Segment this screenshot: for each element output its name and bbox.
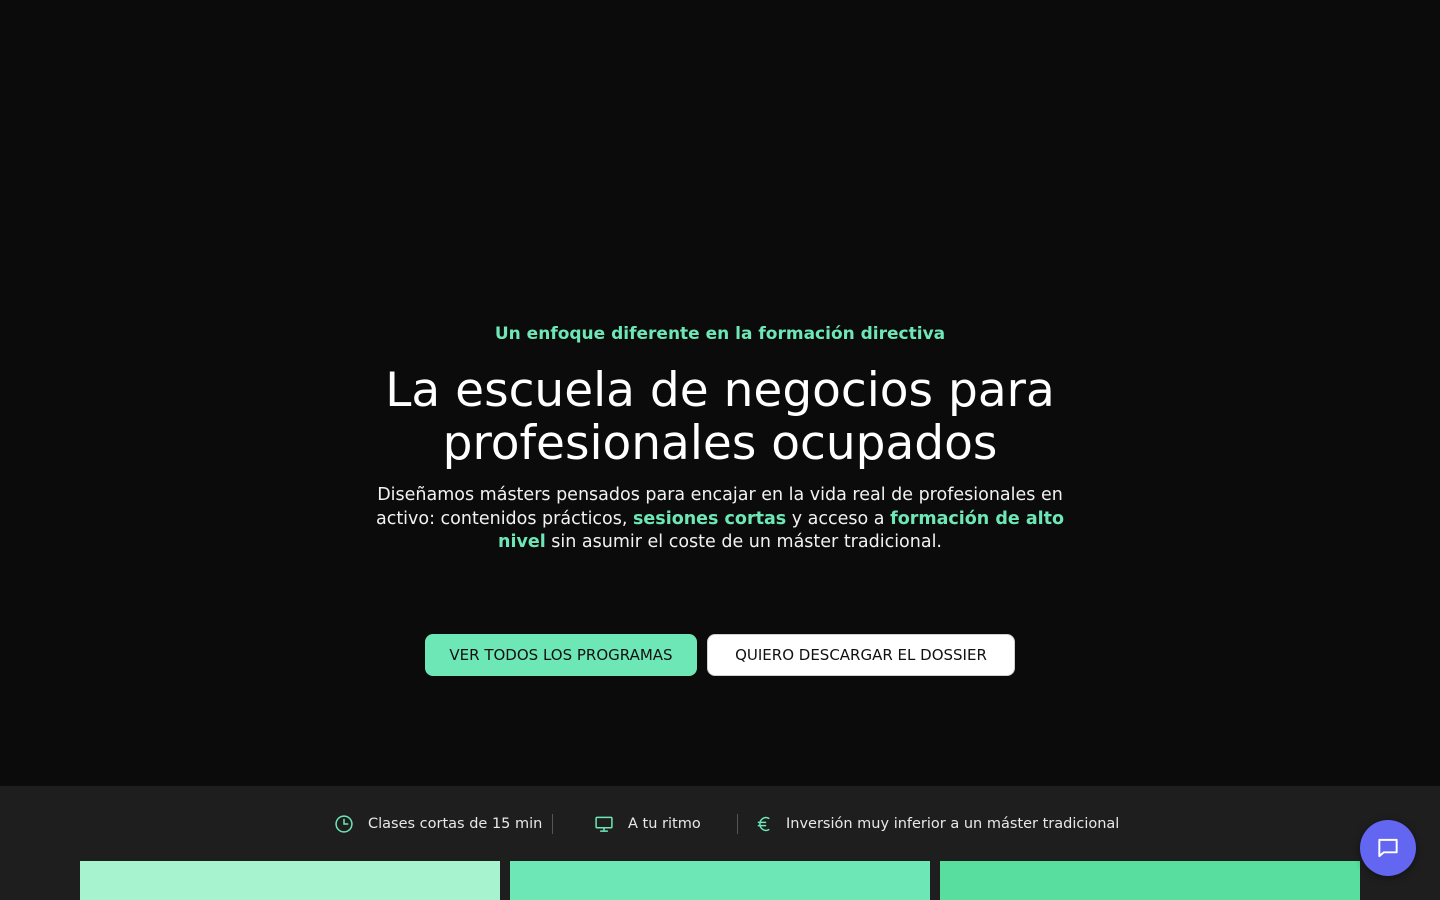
page: Un enfoque diferente en la formación dir… xyxy=(0,0,1440,900)
hero-eyebrow: Un enfoque diferente en la formación dir… xyxy=(494,324,946,344)
hero-title: La escuela de negocios para profesionale… xyxy=(0,364,1440,470)
feature-lower-investment: Inversión muy inferior a un máster tradi… xyxy=(756,812,1119,836)
feature-lower-investment-label: Inversión muy inferior a un máster tradi… xyxy=(786,816,1120,832)
feature-own-pace-label: A tu ritmo xyxy=(628,816,701,832)
subtitle-highlight-short-sessions: sesiones cortas xyxy=(633,508,787,529)
feature-divider xyxy=(737,814,738,834)
program-card[interactable] xyxy=(510,861,930,900)
hero-subtitle: Diseñamos másters pensados para encajar … xyxy=(370,484,1070,555)
program-card[interactable] xyxy=(80,861,500,900)
subtitle-text-2: y acceso a xyxy=(786,508,891,529)
download-dossier-button[interactable]: QUIERO DESCARGAR EL DOSSIER xyxy=(707,634,1015,676)
monitor-icon xyxy=(595,816,613,832)
chat-bubble-icon xyxy=(1378,838,1398,858)
euro-icon xyxy=(757,816,770,832)
hero-section: Un enfoque diferente en la formación dir… xyxy=(0,0,1440,786)
feature-own-pace: A tu ritmo xyxy=(594,812,701,836)
view-all-programs-button[interactable]: VER TODOS LOS PROGRAMAS xyxy=(425,634,697,676)
program-card[interactable] xyxy=(940,861,1360,900)
subtitle-text-3: sin asumir el coste de un máster tradici… xyxy=(545,532,942,552)
hero-title-line-2: profesionales ocupados xyxy=(442,416,998,471)
chat-button[interactable] xyxy=(1360,820,1416,876)
feature-short-classes: Clases cortas de 15 min xyxy=(334,812,542,836)
feature-short-classes-label: Clases cortas de 15 min xyxy=(368,816,543,832)
feature-divider xyxy=(552,814,553,834)
clock-icon xyxy=(335,815,353,833)
hero-title-line-1: La escuela de negocios para xyxy=(385,363,1055,418)
